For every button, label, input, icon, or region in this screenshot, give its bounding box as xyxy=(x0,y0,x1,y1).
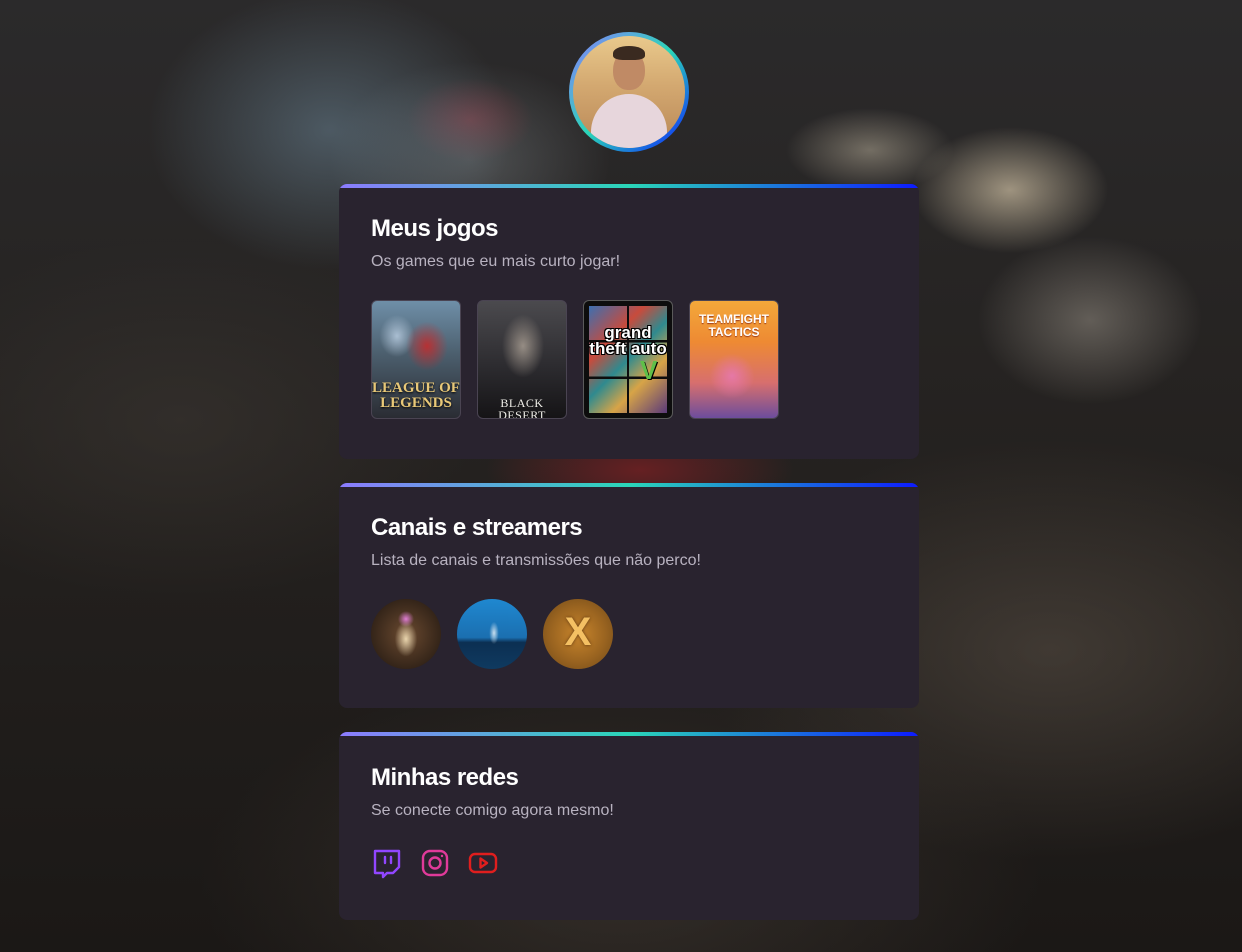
game-cover-league-of-legends[interactable]: LEAGUE OF LEGENDS xyxy=(371,300,461,419)
channels-subtitle: Lista de canais e transmissões que não p… xyxy=(371,552,701,569)
games-card: Meus jogos Os games que eu mais curto jo… xyxy=(339,184,919,459)
games-subtitle: Os games que eu mais curto jogar! xyxy=(371,253,621,270)
channel-avatar-2[interactable] xyxy=(457,599,527,669)
games-list: LEAGUE OF LEGENDS BLACK DESERT grand the… xyxy=(371,300,891,419)
twitch-link[interactable] xyxy=(371,847,403,879)
card-gradient-border xyxy=(339,184,919,188)
game-cover-text: BLACK DESERT xyxy=(498,396,546,419)
game-cover-text: grand theft auto xyxy=(589,323,667,359)
social-subtitle: Se conecte comigo agora mesmo! xyxy=(371,802,614,819)
social-title: Minhas redes xyxy=(371,764,519,791)
game-cover-black-desert[interactable]: BLACK DESERT xyxy=(477,300,567,419)
games-title: Meus jogos xyxy=(371,215,499,242)
game-cover-gta-v[interactable]: grand theft auto V xyxy=(583,300,673,419)
channels-list: X xyxy=(371,599,631,669)
youtube-icon xyxy=(468,852,498,874)
social-card: Minhas redes Se conecte comigo agora mes… xyxy=(339,732,919,920)
youtube-link[interactable] xyxy=(467,847,499,879)
channel-avatar-3[interactable]: X xyxy=(543,599,613,669)
profile-avatar xyxy=(569,32,689,152)
game-cover-teamfight-tactics[interactable]: TEAMFIGHT TACTICS xyxy=(689,300,779,419)
card-gradient-border xyxy=(339,732,919,736)
channels-title: Canais e streamers xyxy=(371,514,583,541)
game-cover-text: LEAGUE OF LEGENDS xyxy=(372,380,460,411)
game-cover-text: TEAMFIGHT TACTICS xyxy=(699,312,769,339)
gta-v-logo-icon: V xyxy=(640,355,658,385)
channel-avatar-1[interactable] xyxy=(371,599,441,669)
instagram-link[interactable] xyxy=(419,847,451,879)
instagram-icon xyxy=(421,849,449,877)
profile-photo xyxy=(573,36,685,148)
page: Meus jogos Os games que eu mais curto jo… xyxy=(0,0,1242,952)
x-logo-icon: X xyxy=(564,610,592,654)
channels-card: Canais e streamers Lista de canais e tra… xyxy=(339,483,919,708)
card-gradient-border xyxy=(339,483,919,487)
twitch-icon xyxy=(373,849,401,879)
social-links xyxy=(371,847,511,881)
